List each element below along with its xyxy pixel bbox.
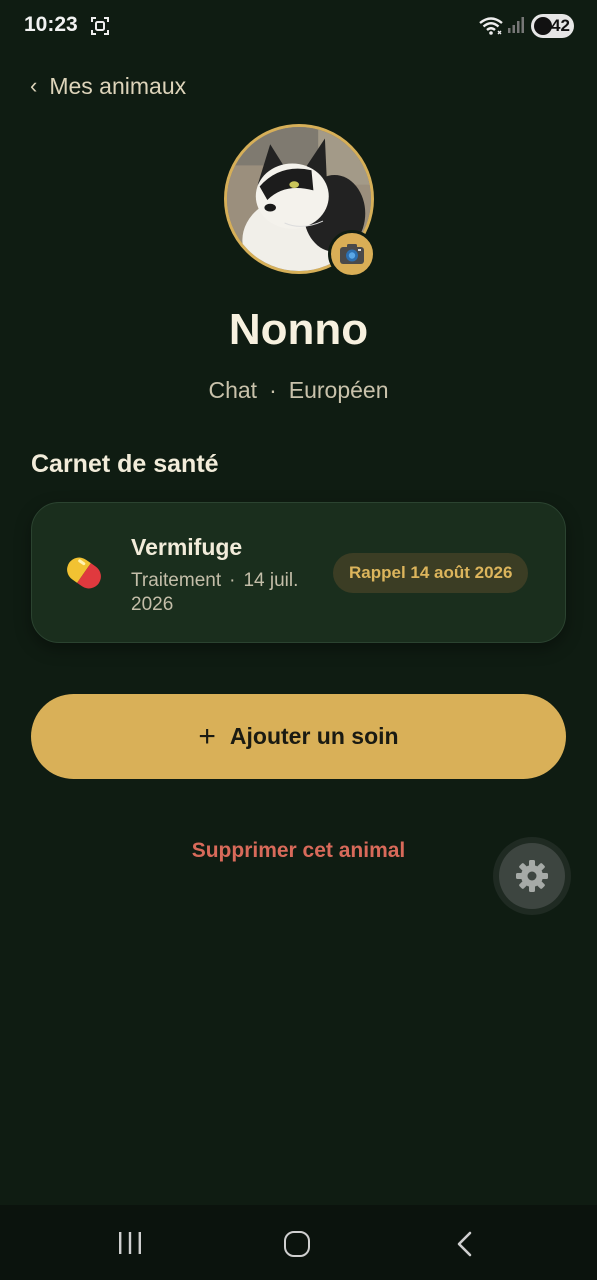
pet-name: Nonno xyxy=(228,305,369,354)
health-entry-category: Traitement xyxy=(131,570,222,591)
settings-button-inner xyxy=(499,843,565,909)
home-icon[interactable] xyxy=(284,1231,310,1257)
settings-floating-button[interactable] xyxy=(493,837,571,915)
health-entry-card[interactable]: Vermifuge Traitement · 14 juil. 2026 Rappe… xyxy=(31,502,566,643)
health-entry-subtitle: Traitement · 14 juil. 2026 xyxy=(131,569,311,617)
back-to-pets-link[interactable]: ‹ Mes animaux xyxy=(30,70,186,102)
plus-icon: + xyxy=(198,719,216,753)
back-label: Mes animaux xyxy=(49,72,187,99)
screenshot-icon xyxy=(91,17,109,35)
back-icon[interactable] xyxy=(453,1231,477,1257)
status-time: 10:23 xyxy=(24,13,78,36)
reminder-badge: Rappel 14 août 2026 xyxy=(333,553,529,593)
pet-meta: Chat · Européen xyxy=(0,377,597,404)
pet-breed: Européen xyxy=(288,377,389,403)
battery-icon: 42 xyxy=(531,14,574,38)
pill-icon xyxy=(67,557,101,589)
add-care-button[interactable]: + Ajouter un soin xyxy=(31,694,566,779)
recents-icon[interactable] xyxy=(115,1231,145,1255)
health-section-title: Carnet de santé xyxy=(31,450,219,478)
gear-icon xyxy=(516,860,548,892)
system-nav-bar xyxy=(0,1205,597,1280)
battery-leaf-icon xyxy=(534,17,552,35)
entry-separator: · xyxy=(229,570,236,591)
meta-separator: · xyxy=(269,377,277,403)
add-care-label: Ajouter un soin xyxy=(229,723,399,749)
signal-icon xyxy=(508,17,524,33)
change-photo-button[interactable] xyxy=(328,230,376,278)
status-bar: 10:23 42 xyxy=(0,0,597,52)
health-entry-title: Vermifuge xyxy=(131,534,243,560)
wifi-icon xyxy=(479,17,503,35)
battery-level: 42 xyxy=(551,16,570,35)
pet-species: Chat xyxy=(208,377,258,403)
camera-icon xyxy=(340,244,364,264)
chevron-left-icon: ‹ xyxy=(30,73,38,98)
pet-detail-screen: 10:23 42 ‹ Mes animaux Nonno Chat · Euro… xyxy=(0,0,597,1280)
